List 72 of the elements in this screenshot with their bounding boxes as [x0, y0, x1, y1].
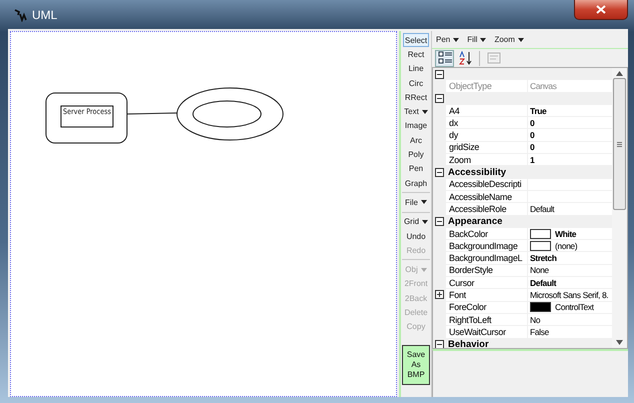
close-button[interactable]: [574, 0, 628, 20]
property-name[interactable]: Font: [449, 290, 466, 300]
collapse-icon[interactable]: [435, 70, 444, 79]
property-name[interactable]: A4: [449, 106, 460, 116]
expand-icon[interactable]: [435, 290, 444, 300]
property-name[interactable]: RightToLeft: [449, 314, 492, 325]
property-value[interactable]: ControlText: [555, 302, 594, 312]
collapse-icon[interactable]: [435, 217, 444, 226]
property-value[interactable]: Default: [530, 204, 554, 214]
property-value[interactable]: (none): [555, 240, 578, 251]
property-value[interactable]: 0: [530, 142, 534, 152]
save-button[interactable]: Save As BMP: [402, 345, 430, 385]
property-name[interactable]: dx: [449, 118, 458, 128]
scrollbar[interactable]: [612, 68, 627, 348]
property-name[interactable]: BackgroundImageL: [449, 253, 522, 264]
property-name[interactable]: UseWaitCursor: [449, 326, 506, 337]
property-value[interactable]: 0: [530, 130, 534, 140]
property-name[interactable]: AccessibleDescripti: [449, 179, 522, 190]
tool-button[interactable]: Graph: [402, 176, 430, 190]
category-name: Behavior: [447, 339, 489, 348]
property-value[interactable]: 1: [530, 154, 534, 165]
tool-button[interactable]: Grid: [402, 214, 430, 229]
tool-button[interactable]: Text: [402, 104, 430, 119]
tool-button[interactable]: Poly: [406, 147, 426, 162]
property-name[interactable]: AccessibleName: [449, 192, 512, 202]
tool-button[interactable]: File: [403, 195, 429, 210]
tool-button[interactable]: Circ: [406, 76, 426, 90]
property-name[interactable]: gridSize: [449, 142, 480, 152]
collapse-icon[interactable]: [435, 94, 444, 104]
tool-button[interactable]: Undo: [404, 228, 428, 244]
label-frame: [60, 106, 114, 128]
close-icon: [596, 5, 606, 14]
tool-button[interactable]: Pen: [406, 162, 426, 176]
menu-item[interactable]: Fill: [465, 35, 488, 44]
tool-button[interactable]: RRect: [402, 90, 430, 104]
categorized-button[interactable]: [435, 50, 454, 66]
connector-line: [126, 112, 178, 114]
scroll-up-icon[interactable]: [616, 71, 623, 76]
tool-button[interactable]: Select: [402, 33, 430, 48]
property-value[interactable]: None: [530, 265, 549, 276]
property-value[interactable]: True: [530, 106, 546, 116]
property-name[interactable]: AccessibleRole: [449, 204, 506, 214]
property-value[interactable]: Canvas: [530, 80, 556, 91]
property-value[interactable]: White: [555, 228, 576, 238]
property-value[interactable]: Default: [530, 278, 556, 288]
scroll-thumb[interactable]: [613, 78, 626, 210]
category-name: Accessibility: [447, 167, 506, 178]
property-name[interactable]: dy: [449, 130, 458, 140]
tool-button[interactable]: Image: [402, 118, 430, 134]
tool-button[interactable]: Rect: [406, 47, 426, 62]
property-value[interactable]: No: [530, 314, 540, 325]
property-name[interactable]: Zoom: [449, 154, 471, 165]
property-name[interactable]: BorderStyle: [449, 265, 493, 276]
collapse-icon[interactable]: [435, 340, 444, 348]
window-title: UML: [32, 8, 58, 22]
property-value[interactable]: False: [530, 326, 549, 337]
app-icon: [14, 8, 28, 22]
property-name[interactable]: BackColor: [449, 228, 488, 238]
property-value[interactable]: Stretch: [530, 253, 556, 264]
property-value[interactable]: 0: [530, 118, 534, 128]
category-name: Appearance: [447, 216, 502, 228]
property-name[interactable]: BackgroundImage: [449, 240, 518, 251]
menu-item[interactable]: Zoom: [492, 35, 526, 44]
inner-ellipse: [192, 100, 262, 128]
tool-button[interactable]: Arc: [408, 133, 424, 148]
menu-item[interactable]: Pen: [434, 35, 462, 44]
property-name[interactable]: ForeColor: [449, 302, 486, 312]
property-name[interactable]: Cursor: [449, 278, 474, 288]
property-value[interactable]: Microsoft Sans Serif, 8.: [530, 290, 608, 300]
scroll-down-icon[interactable]: [616, 340, 623, 345]
collapse-icon[interactable]: [435, 168, 444, 178]
tool-button[interactable]: Line: [406, 62, 426, 76]
